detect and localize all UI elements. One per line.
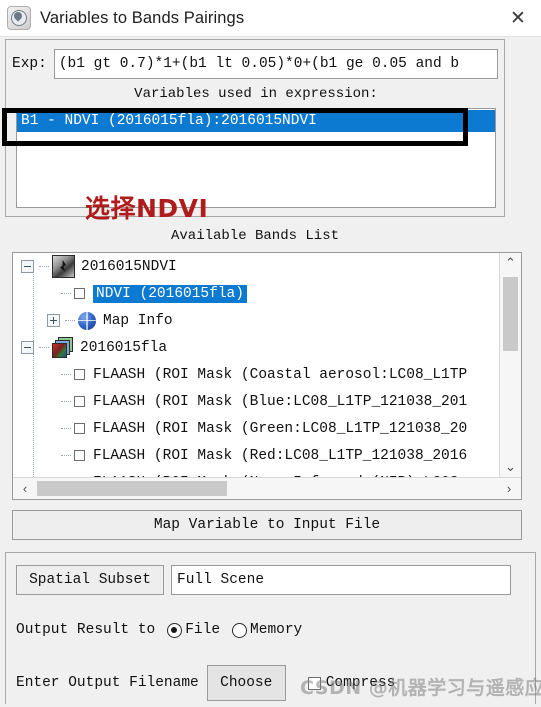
expression-input[interactable]: (b1 gt 0.7)*1+(b1 lt 0.05)*0+(b1 ge 0.05… xyxy=(53,49,498,79)
title-bar: Variables to Bands Pairings ✕ xyxy=(0,0,541,37)
tree-dash xyxy=(61,428,71,429)
tree-node-map-info[interactable]: Map Info xyxy=(13,307,499,334)
tree-node-band[interactable]: FLAASH (ROI Mask (Green:LC08_L1TP_121038… xyxy=(13,415,499,442)
output-filename-label: Enter Output Filename xyxy=(16,675,199,691)
tree-node-dataset[interactable]: 2016015NDVI xyxy=(13,253,499,280)
tree-node-band[interactable]: FLAASH (ROI Mask (Near Infrared (NIR):LC… xyxy=(13,469,499,478)
tree-node-label: Map Info xyxy=(103,312,173,329)
expression-panel: Exp: (b1 gt 0.7)*1+(b1 lt 0.05)*0+(b1 ge… xyxy=(5,39,505,217)
spatial-subset-value: Full Scene xyxy=(171,565,511,595)
tree-node-band[interactable]: FLAASH (ROI Mask (Blue:LC08_L1TP_121038_… xyxy=(13,388,499,415)
scroll-down-icon[interactable]: ⌄ xyxy=(500,457,521,477)
band-checkbox[interactable] xyxy=(74,369,85,380)
band-checkbox[interactable] xyxy=(74,288,85,299)
tree-dash xyxy=(61,374,71,375)
tree-node-label: 2016015NDVI xyxy=(81,258,177,275)
band-stack-icon xyxy=(52,337,74,358)
available-bands-tree[interactable]: 2016015NDVI NDVI (2016015fla) Map Info 2… xyxy=(12,252,522,500)
band-checkbox[interactable] xyxy=(74,423,85,434)
tree-node-label: FLAASH (ROI Mask (Blue:LC08_L1TP_121038_… xyxy=(93,393,468,410)
output-filename-row: Enter Output Filename Choose Compress xyxy=(16,665,395,701)
variables-caption: Variables used in expression: xyxy=(134,86,378,102)
output-result-label: Output Result to xyxy=(16,622,156,638)
map-variable-to-input-file-button[interactable]: Map Variable to Input File xyxy=(12,510,522,540)
app-icon xyxy=(7,6,31,30)
tree-node-band-ndvi[interactable]: NDVI (2016015fla) xyxy=(13,280,499,307)
scroll-left-icon[interactable]: ‹ xyxy=(15,478,35,499)
expander-minus-icon[interactable] xyxy=(21,260,34,273)
compress-checkbox[interactable] xyxy=(307,676,321,690)
tree-node-label: NDVI (2016015fla) xyxy=(93,284,247,303)
tree-dash xyxy=(61,401,71,402)
expander-minus-icon[interactable] xyxy=(21,341,34,354)
spatial-subset-button[interactable]: Spatial Subset xyxy=(16,565,164,595)
tree-horizontal-scrollbar[interactable]: ‹ › xyxy=(13,477,521,499)
tree-node-label: FLAASH (ROI Mask (Green:LC08_L1TP_121038… xyxy=(93,420,468,437)
compress-option[interactable]: Compress xyxy=(307,675,396,691)
compress-label: Compress xyxy=(325,675,396,691)
output-options-panel: Spatial Subset Full Scene Output Result … xyxy=(5,552,536,704)
vertical-scroll-thumb[interactable] xyxy=(503,277,518,351)
raster-image-icon xyxy=(52,255,75,278)
tree-view[interactable]: 2016015NDVI NDVI (2016015fla) Map Info 2… xyxy=(13,253,499,477)
band-checkbox[interactable] xyxy=(74,396,85,407)
expander-plus-icon[interactable] xyxy=(47,314,60,327)
tree-vertical-scrollbar[interactable]: ⌃ ⌄ xyxy=(499,253,521,477)
radio-output-file[interactable] xyxy=(167,622,183,638)
close-icon[interactable]: ✕ xyxy=(503,4,533,32)
scroll-up-icon[interactable]: ⌃ xyxy=(500,253,521,273)
variables-to-bands-pairings-dialog: Variables to Bands Pairings ✕ Exp: (b1 g… xyxy=(0,0,541,707)
horizontal-scroll-thumb[interactable] xyxy=(37,481,227,496)
expression-row: Exp: (b1 gt 0.7)*1+(b1 lt 0.05)*0+(b1 ge… xyxy=(12,48,498,80)
expression-value: (b1 gt 0.7)*1+(b1 lt 0.05)*0+(b1 ge 0.05… xyxy=(58,56,460,72)
expression-label: Exp: xyxy=(12,56,47,72)
tree-dash xyxy=(39,347,49,348)
band-checkbox[interactable] xyxy=(74,450,85,461)
tree-node-dataset-fla[interactable]: 2016015fla xyxy=(13,334,499,361)
output-result-row: Output Result to File Memory xyxy=(16,622,302,638)
scroll-right-icon[interactable]: › xyxy=(499,478,519,499)
tree-dash xyxy=(61,455,71,456)
variables-list-item[interactable]: B1 - NDVI (2016015fla):2016015NDVI xyxy=(17,110,495,132)
spatial-subset-row: Spatial Subset Full Scene xyxy=(16,565,511,595)
tree-node-band[interactable]: FLAASH (ROI Mask (Coastal aerosol:LC08_L… xyxy=(13,361,499,388)
window-title: Variables to Bands Pairings xyxy=(40,8,245,27)
radio-output-memory[interactable] xyxy=(232,622,248,638)
tree-dash xyxy=(39,266,49,267)
choose-button[interactable]: Choose xyxy=(206,665,286,701)
annotation-red-text: 选择NDVI xyxy=(85,194,209,223)
radio-output-memory-label: Memory xyxy=(250,622,303,638)
tree-node-label: FLAASH (ROI Mask (Coastal aerosol:LC08_L… xyxy=(93,366,468,383)
available-bands-caption: Available Bands List xyxy=(170,228,340,244)
tree-node-label: 2016015fla xyxy=(80,339,168,356)
tree-node-label: FLAASH (ROI Mask (Red:LC08_L1TP_121038_2… xyxy=(93,447,468,464)
tree-dash xyxy=(65,320,75,321)
globe-icon xyxy=(78,311,96,330)
tree-node-band[interactable]: FLAASH (ROI Mask (Red:LC08_L1TP_121038_2… xyxy=(13,442,499,469)
tree-dash xyxy=(61,293,71,294)
radio-output-file-label: File xyxy=(185,622,221,638)
